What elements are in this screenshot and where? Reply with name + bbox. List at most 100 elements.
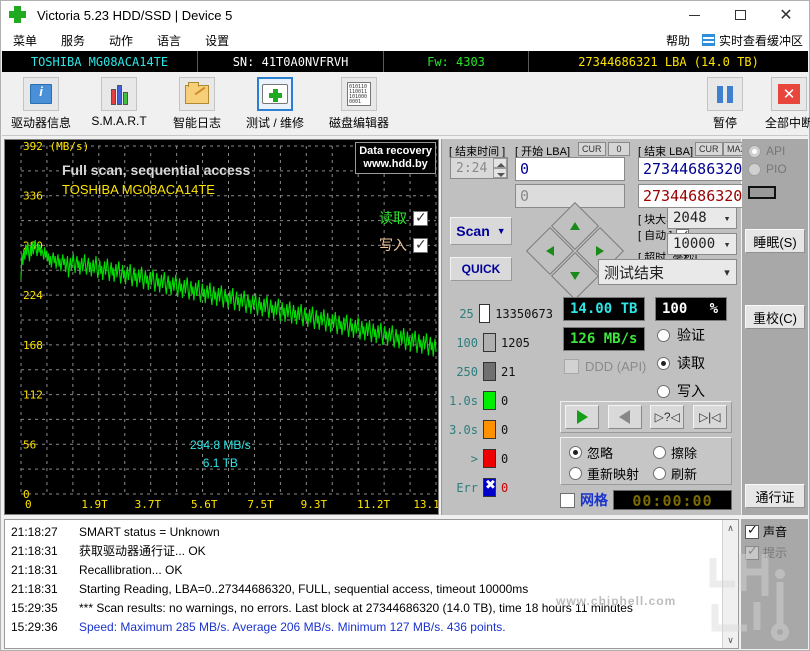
menu-item-service[interactable]: 服务 xyxy=(49,30,97,51)
log-scrollbar[interactable]: ∧ ∨ xyxy=(722,520,738,648)
maximize-button[interactable] xyxy=(717,1,763,29)
end-lba-cur-button[interactable]: CUR xyxy=(695,142,723,156)
finish-action-combo[interactable]: 测试结束 ▾ xyxy=(598,259,737,285)
block-stat-threshold: 3.0s xyxy=(449,422,478,437)
scan-button[interactable]: Scan ▼ xyxy=(450,217,512,245)
mode-read-radio[interactable] xyxy=(657,356,670,370)
graph-write-checkbox[interactable] xyxy=(413,236,428,253)
grid-timer-row: 网格 00:00:00 xyxy=(560,489,732,511)
svg-text:0: 0 xyxy=(25,498,32,511)
svg-text:13.1T: 13.1T xyxy=(413,498,438,511)
error-remap-row[interactable]: 重新映射 xyxy=(569,464,639,483)
graph-read-checkbox[interactable] xyxy=(413,209,428,226)
graph-write-row[interactable]: 写入 xyxy=(332,235,428,255)
ddd-api-row[interactable]: DDD (API) xyxy=(564,359,646,374)
menu-item-main[interactable]: 菜单 xyxy=(1,30,49,51)
chevron-down-icon: ▾ xyxy=(723,237,731,251)
mode-verify-radio[interactable] xyxy=(657,328,670,342)
info-icon xyxy=(30,84,52,104)
svg-text:336: 336 xyxy=(23,190,43,203)
graph-cursor-speed: 294.8 MB/s xyxy=(190,438,251,452)
block-stat-threshold: > xyxy=(470,451,478,466)
menu-item-help[interactable]: 帮助 xyxy=(654,30,702,51)
close-button[interactable]: ✕ xyxy=(763,1,809,29)
sound-checkbox[interactable] xyxy=(745,522,759,539)
log-line: 21:18:31 Recallibration... OK xyxy=(5,561,738,580)
toolbar-button-disk-editor[interactable]: 010110 110011 101000 0001 磁盘编辑器 xyxy=(320,75,398,133)
graph-read-row[interactable]: 读取 xyxy=(332,208,428,228)
scroll-up-button[interactable]: ∧ xyxy=(723,520,738,536)
menu-item-action[interactable]: 动作 xyxy=(97,30,145,51)
toolbar-button-stop-all[interactable]: ✕ 全部中断 xyxy=(750,75,810,133)
block-size-combo[interactable]: 2048 ▾ xyxy=(667,207,737,229)
hint-checkbox[interactable] xyxy=(745,543,759,560)
minimize-button[interactable] xyxy=(671,1,717,29)
svg-text:56: 56 xyxy=(23,438,36,451)
start-lba-zero-button[interactable]: 0 xyxy=(608,142,630,156)
error-refresh-row[interactable]: 刷新 xyxy=(653,464,697,483)
skip-to-end-button[interactable]: ▷|◁ xyxy=(692,405,727,429)
block-stat-color-swatch: ✖ xyxy=(483,477,496,497)
sound-option-row[interactable]: 声音 xyxy=(741,519,808,540)
error-ignore-radio[interactable] xyxy=(569,446,582,459)
toolbar-label-pause: 暂停 xyxy=(712,116,737,130)
svg-text:7.5T: 7.5T xyxy=(247,498,274,511)
mode-write-radio[interactable] xyxy=(657,384,670,398)
mode-read-row[interactable]: 读取 xyxy=(657,353,705,373)
end-time-spin-arrows[interactable] xyxy=(493,158,507,178)
timeout-combo[interactable]: 10000 ▾ xyxy=(667,233,737,255)
triangle-right-icon xyxy=(596,246,604,256)
sidebar-api-row[interactable]: API xyxy=(742,139,808,158)
end-time-spinner[interactable]: 2:24 xyxy=(450,157,508,179)
svg-text:392 (MB/s): 392 (MB/s) xyxy=(23,140,89,153)
seek-query-button[interactable]: ▷?◁ xyxy=(650,405,685,429)
toolbar-label-disk-editor: 磁盘编辑器 xyxy=(328,116,389,130)
play-backward-button[interactable] xyxy=(607,405,642,429)
pio-radio[interactable] xyxy=(748,162,761,176)
medical-kit-icon xyxy=(262,84,288,104)
toolbar-button-smart[interactable]: S.M.A.R.T xyxy=(80,75,158,133)
start-lba-input[interactable]: 0 xyxy=(515,157,625,181)
sidebar-pio-row[interactable]: PIO xyxy=(742,158,808,176)
ddd-api-checkbox[interactable] xyxy=(564,359,579,374)
sound-label: 声音 xyxy=(763,525,788,539)
passport-button[interactable]: 通行证 xyxy=(745,484,805,508)
play-forward-button[interactable] xyxy=(565,405,600,429)
timeout-value: 10000 xyxy=(673,236,716,252)
error-erase-radio[interactable] xyxy=(653,446,666,459)
menu-item-language[interactable]: 语言 xyxy=(145,30,193,51)
log-panel[interactable]: 21:18:27 SMART status = Unknown 21:18:31 获取… xyxy=(4,519,739,649)
log-line: 21:18:31 Starting Reading, LBA=0..2734468… xyxy=(5,580,738,599)
hint-option-row[interactable]: 提示 xyxy=(741,540,808,561)
error-refresh-radio[interactable] xyxy=(653,467,666,480)
grid-checkbox[interactable] xyxy=(560,492,575,508)
error-ignore-row[interactable]: 忽略 xyxy=(569,443,613,462)
menu-item-settings[interactable]: 设置 xyxy=(193,30,241,51)
log-lines: 21:18:27 SMART status = Unknown 21:18:31 获取… xyxy=(5,520,738,637)
graph-cursor-readout: 294.8 MB/s 6.1 TB xyxy=(190,436,251,472)
buffer-view-label: 实时查看缓冲区 xyxy=(718,33,803,48)
start-lba-cur-button[interactable]: CUR xyxy=(578,142,606,156)
api-radio[interactable] xyxy=(748,144,761,158)
error-erase-row[interactable]: 擦除 xyxy=(653,443,697,462)
scroll-down-button[interactable]: ∨ xyxy=(723,632,738,648)
quick-button[interactable]: QUICK xyxy=(450,257,512,281)
block-stat-color-swatch xyxy=(483,333,496,352)
recalibrate-button[interactable]: 重校(C) xyxy=(745,305,805,329)
toolbar-button-test-repair[interactable]: 测试 / 维修 xyxy=(236,75,314,133)
triangle-up-icon xyxy=(570,222,580,230)
mode-write-row[interactable]: 写入 xyxy=(657,381,705,401)
mode-verify-row[interactable]: 验证 xyxy=(657,325,705,345)
window-controls: ✕ xyxy=(671,1,809,29)
block-stat-count: 21 xyxy=(501,364,516,379)
sleep-button[interactable]: 睡眠(S) xyxy=(745,229,805,253)
toolbar-button-smart-log[interactable]: 智能日志 xyxy=(158,75,236,133)
error-erase-label: 擦除 xyxy=(671,446,698,461)
error-remap-radio[interactable] xyxy=(569,467,582,480)
scan-graph[interactable]: 0 56 112 168 224 280 336 392 (MB/s) 0 1.9T 3.7T 5.6… xyxy=(4,139,439,515)
grid-label: 网格 xyxy=(580,492,608,508)
buffer-view-toggle[interactable]: 实时查看缓冲区 xyxy=(701,32,809,49)
block-stat-row: 25 13350673 xyxy=(448,299,553,328)
toolbar-button-drive-info[interactable]: 驱动器信息 xyxy=(2,75,80,133)
status-indicator-bar xyxy=(748,186,776,199)
